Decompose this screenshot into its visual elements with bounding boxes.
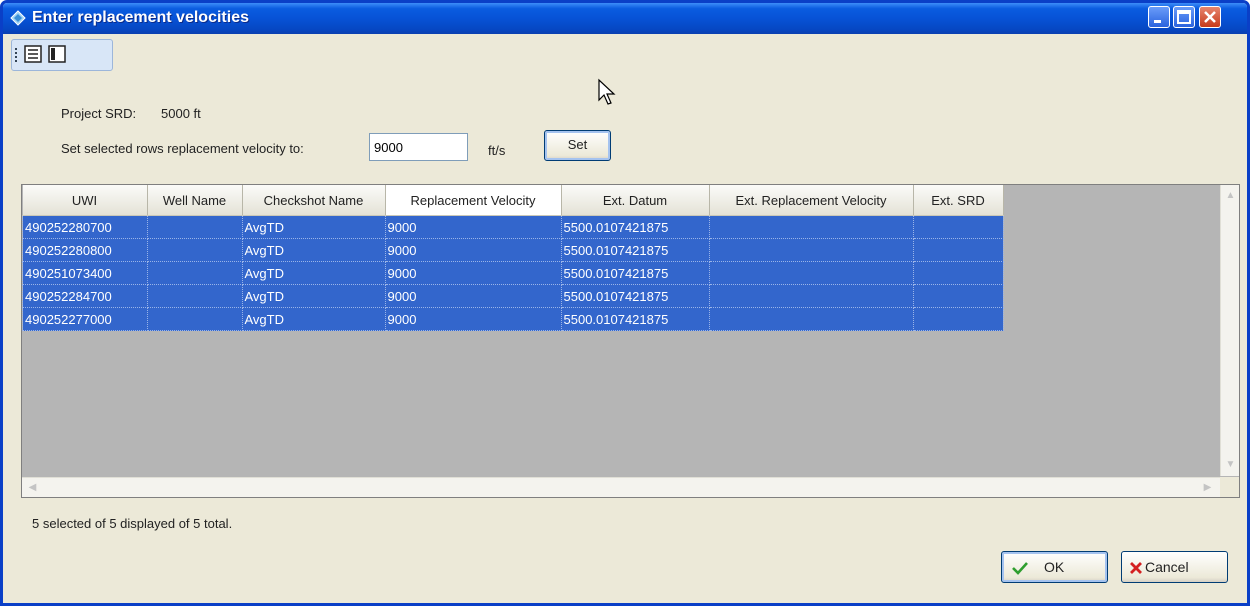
maximize-icon (1177, 10, 1191, 24)
ok-button[interactable]: OK (1001, 551, 1108, 583)
cell-uwi[interactable]: 490252280800 (22, 238, 148, 262)
velocity-setter-label: Set selected rows replacement velocity t… (61, 141, 304, 156)
scroll-down-icon[interactable]: ▼ (1222, 456, 1239, 473)
cell-replacement-velocity[interactable]: 9000 (384, 261, 562, 285)
column-header-ext-datum[interactable]: Ext. Datum (561, 185, 710, 216)
cell-uwi[interactable]: 490252277000 (22, 307, 148, 331)
column-header-well-name[interactable]: Well Name (147, 185, 243, 216)
scroll-left-icon[interactable]: ◀ (24, 479, 41, 496)
set-velocity-button[interactable]: Set (544, 130, 611, 161)
project-srd-value: 5000 ft (161, 106, 201, 121)
grid-header-row: UWI Well Name Checkshot Name Replacement… (22, 185, 1004, 216)
app-icon (10, 10, 26, 26)
cell-checkshot-name[interactable]: AvgTD (241, 215, 386, 239)
cell-replacement-velocity[interactable]: 9000 (384, 284, 562, 308)
cell-ext-srd[interactable] (912, 261, 1004, 285)
view-toolbar (11, 39, 113, 71)
cell-uwi[interactable]: 490252284700 (22, 284, 148, 308)
project-srd-label: Project SRD: (61, 106, 137, 121)
window-title: Enter replacement velocities (32, 9, 249, 26)
scroll-up-icon[interactable]: ▲ (1222, 187, 1239, 204)
cell-checkshot-name[interactable]: AvgTD (241, 307, 386, 331)
cell-well-name[interactable] (146, 215, 243, 239)
cell-well-name[interactable] (146, 261, 243, 285)
cell-ext-replacement-velocity[interactable] (708, 215, 914, 239)
column-header-replacement-velocity[interactable]: Replacement Velocity (385, 185, 562, 216)
vertical-scrollbar[interactable]: ▲ ▼ (1220, 185, 1239, 476)
table-row[interactable]: 490252280700 AvgTD 9000 5500.0107421875 (22, 215, 1004, 239)
details-view-button[interactable] (24, 45, 42, 63)
replacement-velocity-input[interactable] (369, 133, 468, 161)
column-header-uwi[interactable]: UWI (22, 185, 148, 216)
cell-checkshot-name[interactable]: AvgTD (241, 238, 386, 262)
minimize-icon (1154, 20, 1161, 23)
checkmark-icon (1012, 562, 1028, 575)
cancel-button[interactable]: Cancel (1121, 551, 1228, 583)
cell-ext-datum[interactable]: 5500.0107421875 (560, 284, 710, 308)
maximize-button[interactable] (1173, 6, 1195, 28)
table-row[interactable]: 490252280800 AvgTD 9000 5500.0107421875 (22, 238, 1004, 262)
wells-table: UWI Well Name Checkshot Name Replacement… (22, 185, 1004, 331)
table-row[interactable]: 490252277000 AvgTD 9000 5500.0107421875 (22, 307, 1004, 331)
cell-ext-replacement-velocity[interactable] (708, 307, 914, 331)
title-bar[interactable]: Enter replacement velocities (3, 3, 1247, 34)
cell-ext-datum[interactable]: 5500.0107421875 (560, 261, 710, 285)
column-header-checkshot-name[interactable]: Checkshot Name (242, 185, 386, 216)
selection-status-text: 5 selected of 5 displayed of 5 total. (32, 516, 233, 531)
cancel-button-label: Cancel (1145, 559, 1189, 575)
cell-well-name[interactable] (146, 284, 243, 308)
cell-ext-srd[interactable] (912, 215, 1004, 239)
cell-well-name[interactable] (146, 238, 243, 262)
minimize-button[interactable] (1148, 6, 1170, 28)
details-view-icon (24, 45, 42, 63)
cell-ext-datum[interactable]: 5500.0107421875 (560, 215, 710, 239)
dialog-window: Enter replacement velocities Project SRD… (0, 0, 1250, 606)
cell-ext-srd[interactable] (912, 238, 1004, 262)
wells-grid[interactable]: UWI Well Name Checkshot Name Replacement… (21, 184, 1240, 498)
column-header-ext-replacement-velocity[interactable]: Ext. Replacement Velocity (709, 185, 914, 216)
table-row[interactable]: 490251073400 AvgTD 9000 5500.0107421875 (22, 261, 1004, 285)
cell-ext-srd[interactable] (912, 307, 1004, 331)
cell-uwi[interactable]: 490252280700 (22, 215, 148, 239)
single-panel-view-icon (48, 45, 66, 63)
mouse-cursor-icon (598, 78, 616, 105)
close-button[interactable] (1199, 6, 1221, 28)
cell-ext-replacement-velocity[interactable] (708, 261, 914, 285)
single-panel-view-button[interactable] (48, 45, 66, 63)
cell-ext-replacement-velocity[interactable] (708, 284, 914, 308)
red-x-icon (1130, 562, 1142, 574)
table-row[interactable]: 490252284700 AvgTD 9000 5500.0107421875 (22, 284, 1004, 308)
cell-ext-datum[interactable]: 5500.0107421875 (560, 307, 710, 331)
close-icon (1204, 11, 1216, 23)
velocity-unit-label: ft/s (488, 143, 506, 158)
cell-ext-replacement-velocity[interactable] (708, 238, 914, 262)
cell-ext-srd[interactable] (912, 284, 1004, 308)
scrollbar-corner (1220, 477, 1239, 497)
horizontal-scrollbar[interactable]: ◀ ▶ (22, 477, 1220, 497)
toolbar-grip[interactable] (15, 48, 19, 62)
cell-checkshot-name[interactable]: AvgTD (241, 261, 386, 285)
column-header-ext-srd[interactable]: Ext. SRD (913, 185, 1004, 216)
cell-ext-datum[interactable]: 5500.0107421875 (560, 238, 710, 262)
ok-button-label: OK (1044, 559, 1065, 575)
cell-replacement-velocity[interactable]: 9000 (384, 215, 562, 239)
cell-uwi[interactable]: 490251073400 (22, 261, 148, 285)
cell-well-name[interactable] (146, 307, 243, 331)
cell-checkshot-name[interactable]: AvgTD (241, 284, 386, 308)
cell-replacement-velocity[interactable]: 9000 (384, 307, 562, 331)
scroll-right-icon[interactable]: ▶ (1199, 479, 1216, 496)
cell-replacement-velocity[interactable]: 9000 (384, 238, 562, 262)
